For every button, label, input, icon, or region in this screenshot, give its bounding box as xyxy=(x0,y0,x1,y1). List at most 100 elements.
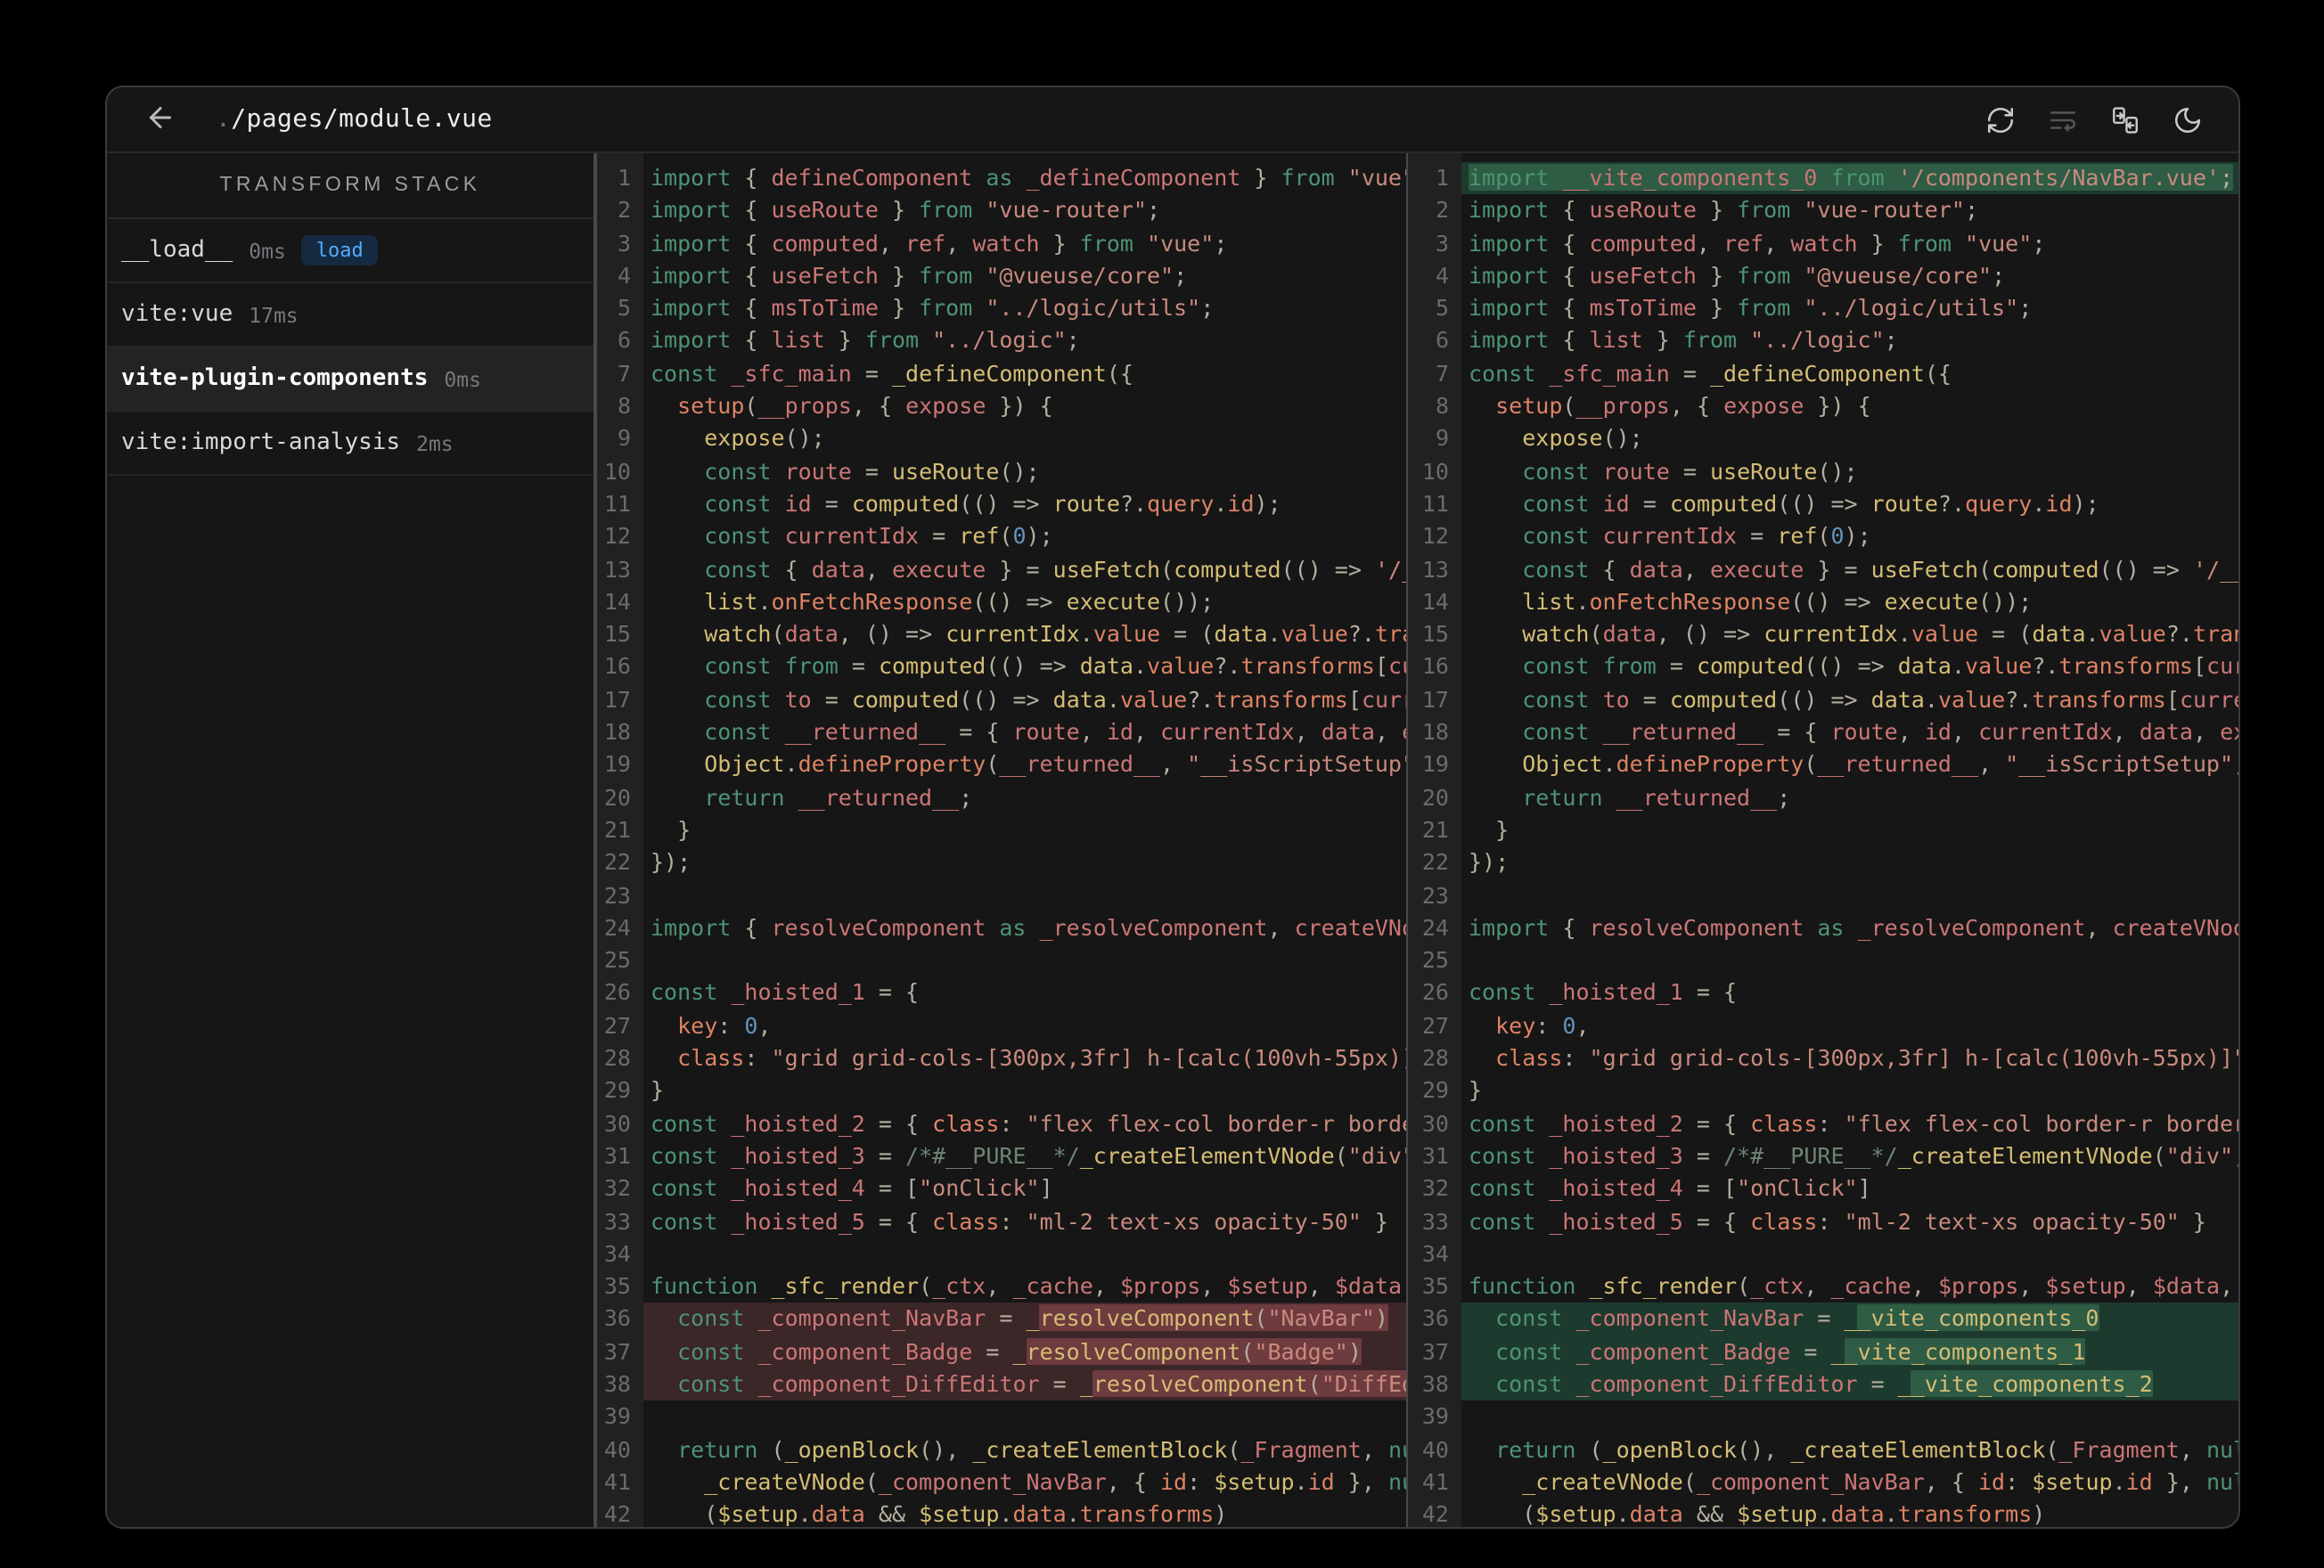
code-line: 21 } xyxy=(597,814,1406,847)
code-text: const _hoisted_1 = { xyxy=(651,978,920,1006)
code-line: 17 const to = computed(() => data.value?… xyxy=(1408,684,2238,717)
code-line: 31 const _hoisted_3 = /*#__PURE__*/_creat… xyxy=(1408,1140,2238,1173)
titlebar: ./pages/module.vue xyxy=(107,87,2238,153)
sidebar-item-vite-plugin-components[interactable]: vite-plugin-components 0ms xyxy=(107,347,593,412)
code-text: const _sfc_main = _defineComponent({ xyxy=(651,359,1133,387)
code-line: 42 ($setup.data && $setup.data.transform… xyxy=(1408,1499,2238,1527)
line-number: 1 xyxy=(617,164,631,191)
inspect-window: ./pages/module.vue TRANSFORM STACK __loa… xyxy=(105,86,2240,1529)
code-line: 41 _createVNode(_component_NavBar, { id:… xyxy=(1408,1466,2238,1499)
code-line: 13 const { data, execute } = useFetch(co… xyxy=(1408,553,2238,586)
code-line: 18 const __returned__ = { route, id, cur… xyxy=(1408,716,2238,749)
code-text: const _hoisted_2 = { class: "flex flex-c… xyxy=(1469,1109,2238,1137)
code-text: watch(data, () => currentIdx.value = (da… xyxy=(1522,620,2238,648)
diff-word-highlight: resolveComponent("NavBar") xyxy=(1039,1304,1388,1332)
line-number: 4 xyxy=(1435,261,1449,289)
code-line: 23 xyxy=(1408,879,2238,912)
line-number: 36 xyxy=(603,1304,631,1332)
line-number: 20 xyxy=(1421,783,1449,811)
line-number: 8 xyxy=(617,392,631,420)
code-line: 35 function _sfc_render(_ctx, _cache, $pr… xyxy=(597,1270,1406,1303)
line-number: 2 xyxy=(617,196,631,224)
code-line: 1 import { defineComponent as _defineComp… xyxy=(597,162,1406,195)
code-line: 6 import { list } from "../logic"; xyxy=(1408,325,2238,358)
line-number: 10 xyxy=(1421,457,1449,485)
code-line: 31 const _hoisted_3 = /*#__PURE__*/_creat… xyxy=(597,1140,1406,1173)
compare-columns-icon xyxy=(2113,106,2138,133)
code-text: const from = computed(() => data.value?.… xyxy=(1522,652,2238,680)
line-number: 7 xyxy=(1435,359,1449,387)
code-line: 21 } xyxy=(1408,814,2238,847)
diff-view: 1 import { defineComponent as _defineComp… xyxy=(595,153,2238,1527)
code-line: 30 const _hoisted_2 = { class: "flex flex… xyxy=(597,1107,1406,1140)
code-line: 33 const _hoisted_5 = { class: "ml-2 text… xyxy=(597,1205,1406,1238)
code-line: 25 xyxy=(1408,944,2238,977)
code-text: } xyxy=(651,815,691,843)
code-line: 8 setup(__props, { expose }) { xyxy=(597,390,1406,423)
code-text: ($setup.data && $setup.data.transforms) xyxy=(651,1500,1228,1527)
plugin-time: 17ms xyxy=(249,302,299,327)
transform-stack-sidebar: TRANSFORM STACK __load__ 0ms load vite:vue 1… xyxy=(107,153,595,1527)
code-text: const _component_Badge = __vite_componen… xyxy=(1461,1335,2238,1368)
code-text: const _hoisted_3 = /*#__PURE__*/_createE… xyxy=(1469,1141,2238,1169)
compare-columns-button[interactable] xyxy=(2110,104,2140,135)
code-line: 37 const _component_Badge = __vite_compo… xyxy=(1408,1335,2238,1368)
code-line: 22}); xyxy=(1408,846,2238,879)
code-line: 36 const _component_NavBar = __vite_comp… xyxy=(1408,1303,2238,1336)
code-text: import { useFetch } from "@vueuse/core"; xyxy=(651,261,1188,289)
refresh-icon xyxy=(1987,106,2014,133)
code-line: 28 class: "grid grid-cols-[300px,3fr] h-… xyxy=(1408,1042,2238,1075)
arrow-left-icon xyxy=(144,101,176,138)
code-line: 3 import { computed, ref, watch } from "v… xyxy=(1408,227,2238,260)
code-line: 35 function _sfc_render(_ctx, _cache, $pr… xyxy=(1408,1270,2238,1303)
code-line: 5 import { msToTime } from "../logic/util… xyxy=(1408,292,2238,325)
wrap-lines-button[interactable] xyxy=(2048,104,2078,135)
code-text: _createVNode(_component_NavBar, { id: $s… xyxy=(704,1467,1406,1495)
code-text: watch(data, () => currentIdx.value = (da… xyxy=(704,620,1406,648)
code-text: expose(); xyxy=(704,424,825,452)
code-text: import { resolveComponent as _resolveCom… xyxy=(651,913,1406,941)
code-text: function _sfc_render(_ctx, _cache, $prop… xyxy=(1469,1272,2234,1300)
code-text: class: "grid grid-cols-[300px,3fr] h-[ca… xyxy=(677,1044,1406,1072)
sidebar-item-load[interactable]: __load__ 0ms load xyxy=(107,219,593,283)
line-number: 11 xyxy=(1421,489,1449,517)
code-text: import { useRoute } from "vue-router"; xyxy=(1469,196,1979,224)
line-number: 18 xyxy=(1421,718,1449,746)
code-line: 42 ($setup.data && $setup.data.transform… xyxy=(597,1499,1406,1527)
code-line: 11 const id = computed(() => route?.quer… xyxy=(1408,488,2238,521)
code-line: 24 import { resolveComponent as _resolveC… xyxy=(1408,912,2238,945)
diff-before-panel[interactable]: 1 import { defineComponent as _defineComp… xyxy=(595,153,1406,1527)
back-button[interactable] xyxy=(143,102,178,137)
line-number: 9 xyxy=(1435,424,1449,452)
sidebar-item-vite-import-analysis[interactable]: vite:import-analysis 2ms xyxy=(107,412,593,476)
line-number: 12 xyxy=(603,522,631,550)
refresh-button[interactable] xyxy=(1985,104,2016,135)
code-line: 10 const route = useRoute(); xyxy=(1408,455,2238,488)
code-line: 17 const to = computed(() => data.value?… xyxy=(597,684,1406,717)
code-line: 37 const _component_Badge = _resolveComp… xyxy=(597,1335,1406,1368)
code-line: 27 key: 0, xyxy=(597,1009,1406,1042)
code-text: import { useFetch } from "@vueuse/core"; xyxy=(1469,261,2006,289)
diff-after-panel[interactable]: 1 import __vite_components_0 from '/compo… xyxy=(1406,153,2238,1527)
code-text: Object.defineProperty(__returned__, "__i… xyxy=(1522,750,2238,778)
sidebar-item-vite-vue[interactable]: vite:vue 17ms xyxy=(107,283,593,347)
line-number: 29 xyxy=(603,1076,631,1104)
code-text: const _component_DiffEditor = __vite_com… xyxy=(1461,1368,2238,1401)
diff-word-highlight: _vite_components_1 xyxy=(1844,1337,2086,1365)
line-number: 15 xyxy=(603,620,631,648)
line-number: 13 xyxy=(1421,555,1449,583)
line-number: 11 xyxy=(603,489,631,517)
line-number: 17 xyxy=(1421,685,1449,713)
dark-mode-button[interactable] xyxy=(2173,104,2203,135)
sidebar-items: __load__ 0ms load vite:vue 17ms vite-plugin-c… xyxy=(107,219,593,476)
line-number: 5 xyxy=(1435,294,1449,322)
code-text: import { useRoute } from "vue-router"; xyxy=(651,196,1161,224)
code-line: 34 xyxy=(1408,1238,2238,1271)
line-number: 41 xyxy=(603,1467,631,1495)
code-text: } xyxy=(651,1076,665,1104)
line-number: 25 xyxy=(603,946,631,974)
